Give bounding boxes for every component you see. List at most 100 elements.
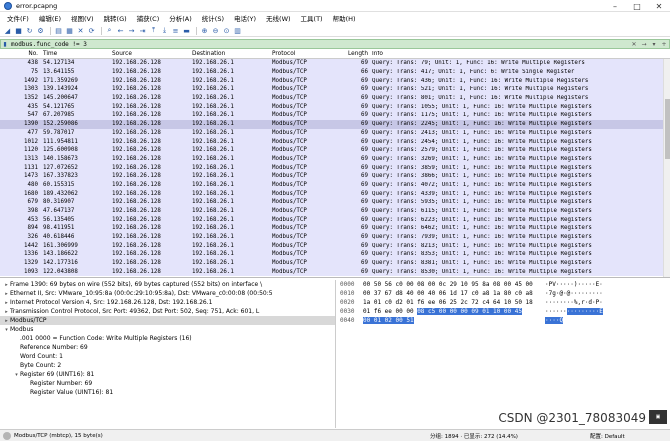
detail-tree-item[interactable]: .001 0000 = Function Code: Write Multipl… xyxy=(0,334,335,343)
packet-row[interactable]: 679 80.316907 192.168.26.128 192.168.26.1 Mo… xyxy=(0,198,670,207)
menu-item[interactable]: 分析(A) xyxy=(164,13,197,23)
menu-item[interactable]: 跳转(G) xyxy=(99,13,132,23)
menu-item[interactable]: 文件(F) xyxy=(2,13,34,23)
packet-row[interactable]: 1492 171.359269 192.168.26.128 192.168.26.1… xyxy=(0,76,670,86)
menu-item[interactable]: 视图(V) xyxy=(66,13,99,23)
column-header-info[interactable]: Info xyxy=(370,51,670,57)
packet-row[interactable]: 326 40.618446 192.168.26.128 192.168.26.1 Mo… xyxy=(0,232,670,242)
packet-row[interactable]: 1352 145.200647 192.168.26.128 192.168.26.1… xyxy=(0,93,670,103)
resize-columns-icon[interactable]: ▥ xyxy=(233,26,242,35)
menu-item[interactable]: 工具(T) xyxy=(296,13,328,23)
shark-fin-start-icon[interactable]: ◢ xyxy=(3,26,12,35)
zoom-out-icon[interactable]: ⊖ xyxy=(211,26,220,35)
expanded-arrow-icon[interactable]: ▾ xyxy=(13,372,20,378)
menu-item[interactable]: 无线(W) xyxy=(261,13,296,23)
apply-filter-icon[interactable]: → xyxy=(639,40,649,48)
go-back-icon[interactable]: ← xyxy=(116,26,125,35)
add-filter-button-icon[interactable]: + xyxy=(659,40,669,48)
column-header-protocol[interactable]: Protocol xyxy=(270,51,348,57)
packet-row[interactable]: 1390 152.259086 192.168.26.128 192.168.26.1… xyxy=(0,119,670,129)
packet-row[interactable]: 1120 125.600908 192.168.26.128 192.168.26.1… xyxy=(0,145,670,155)
packet-row[interactable]: 547 67.207985 192.168.26.128 192.168.26.1 Mo… xyxy=(0,111,670,120)
bytes-row[interactable]: 0040 00 01 02 00 51 ····Q xyxy=(337,316,670,325)
bytes-row[interactable]: 0010 00 37 67 d8 40 00 40 06 1d 17 c0 a8 … xyxy=(337,289,670,298)
collapsed-arrow-icon[interactable]: ▸ xyxy=(3,291,10,297)
packet-row[interactable]: 894 98.411951 192.168.26.128 192.168.26.1 Mo… xyxy=(0,224,670,233)
detail-tree-item[interactable]: Reference Number: 69 xyxy=(0,343,335,352)
packet-row[interactable]: 1473 167.337823 192.168.26.128 192.168.26.1… xyxy=(0,171,670,181)
menu-item[interactable]: 捕获(C) xyxy=(132,13,165,23)
column-header-no[interactable]: No. xyxy=(0,51,40,57)
status-profile[interactable]: 配置: Default xyxy=(590,432,670,440)
detail-tree-item[interactable]: ▸ Transmission Control Protocol, Src Port… xyxy=(0,307,335,316)
bookmark-icon[interactable]: ▮ xyxy=(1,40,9,48)
packet-row[interactable]: 435 54.121765 192.168.26.128 192.168.26.1 Mo… xyxy=(0,102,670,112)
menu-item[interactable]: 编辑(E) xyxy=(34,13,66,23)
packet-row[interactable]: 398 47.647137 192.168.26.128 192.168.26.1 Mo… xyxy=(0,206,670,216)
collapsed-arrow-icon[interactable]: ▸ xyxy=(3,282,10,288)
menu-item[interactable]: 电话(Y) xyxy=(229,13,261,23)
zoom-in-icon[interactable]: ⊕ xyxy=(200,26,209,35)
packet-row[interactable]: 1313 140.158673 192.168.26.128 192.168.26.1… xyxy=(0,154,670,164)
detail-tree-item[interactable]: ▾ Modbus xyxy=(0,325,335,334)
bytes-row[interactable]: 0020 1a 01 c0 d2 01 f6 ee 06 25 2c 72 c4 … xyxy=(337,298,670,307)
zoom-reset-icon[interactable]: ⊙ xyxy=(222,26,231,35)
detail-tree-item[interactable]: ▸ Frame 1390: 69 bytes on wire (552 bits)… xyxy=(0,280,335,289)
autoscroll-icon[interactable]: ≡ xyxy=(171,26,180,35)
minimize-icon[interactable]: – xyxy=(604,0,626,12)
go-to-packet-icon[interactable]: ⇥ xyxy=(138,26,147,35)
bytes-row[interactable]: 0000 00 50 56 c0 00 08 00 0c 29 10 95 8a … xyxy=(337,280,670,289)
display-filter-input[interactable]: modbus.func_code != 3 xyxy=(9,41,629,48)
column-header-length[interactable]: Length xyxy=(348,51,370,57)
packet-row[interactable]: 1336 143.186622 192.168.26.128 192.168.26.1… xyxy=(0,250,670,259)
packet-row[interactable]: 1680 189.432062 192.168.26.128 192.168.26.1… xyxy=(0,189,670,198)
go-forward-icon[interactable]: → xyxy=(127,26,136,35)
packet-row[interactable]: 1012 111.954811 192.168.26.128 192.168.26.1… xyxy=(0,137,670,146)
save-file-icon[interactable]: ▦ xyxy=(65,26,74,35)
detail-tree-item[interactable]: ▾ Register 69 (UINT16): 81 xyxy=(0,370,335,379)
column-header-destination[interactable]: Destination xyxy=(190,51,270,57)
packet-row[interactable]: 453 56.135405 192.168.26.128 192.168.26.1 Mo… xyxy=(0,215,670,225)
packet-row[interactable]: 1442 161.306999 192.168.26.128 192.168.26.1… xyxy=(0,241,670,251)
packet-row[interactable]: 1303 139.143924 192.168.26.128 192.168.26.1… xyxy=(0,85,670,94)
bytes-row[interactable]: 0030 01 f6 ee 00 00 08 c5 00 00 00 09 01 … xyxy=(337,307,670,316)
column-header-time[interactable]: Time xyxy=(40,51,110,57)
detail-tree-item[interactable]: Register Number: 69 xyxy=(0,379,335,388)
options-gear-icon[interactable]: ⚙ xyxy=(36,26,45,35)
packet-list-scrollbar[interactable] xyxy=(663,59,670,277)
expanded-arrow-icon[interactable]: ▾ xyxy=(3,327,10,333)
detail-tree-item[interactable]: ▸ Modbus/TCP xyxy=(0,316,335,325)
clear-filter-icon[interactable]: ✕ xyxy=(629,40,639,48)
packet-row[interactable]: 1329 142.177316 192.168.26.128 192.168.26.1… xyxy=(0,258,670,268)
detail-tree-item[interactable]: ▸ Internet Protocol Version 4, Src: 192.1… xyxy=(0,298,335,307)
packet-row[interactable]: 480 60.155315 192.168.26.128 192.168.26.1 Mo… xyxy=(0,180,670,190)
collapsed-arrow-icon[interactable]: ▸ xyxy=(3,318,10,324)
detail-tree-item[interactable]: Register Value (UINT16): 81 xyxy=(0,388,335,397)
stop-icon[interactable]: ■ xyxy=(14,26,23,35)
open-file-icon[interactable]: ▤ xyxy=(54,26,63,35)
packet-row[interactable]: 477 59.787017 192.168.26.128 192.168.26.1 Mo… xyxy=(0,128,670,138)
restart-icon[interactable]: ↻ xyxy=(25,26,34,35)
detail-tree-item[interactable]: Word Count: 1 xyxy=(0,352,335,361)
first-packet-icon[interactable]: ⤒ xyxy=(149,26,158,35)
packet-row[interactable]: 1093 122.043808 192.168.26.128 192.168.26.1… xyxy=(0,267,670,277)
reload-icon[interactable]: ⟳ xyxy=(87,26,96,35)
packet-row[interactable]: 75 13.641155 192.168.26.128 192.168.26.1 Mod… xyxy=(0,67,670,77)
colorize-icon[interactable]: ▬ xyxy=(182,26,191,35)
last-packet-icon[interactable]: ⤓ xyxy=(160,26,169,35)
detail-tree-item[interactable]: ▸ Ethernet II, Src: VMware_10:95:8a (00:0… xyxy=(0,289,335,298)
detail-tree-item[interactable]: Byte Count: 2 xyxy=(0,361,335,370)
collapsed-arrow-icon[interactable]: ▸ xyxy=(3,309,10,315)
packet-row[interactable]: 1131 127.072652 192.168.26.128 192.168.26.1… xyxy=(0,163,670,172)
close-icon[interactable]: ✕ xyxy=(648,0,670,12)
collapsed-arrow-icon[interactable]: ▸ xyxy=(3,300,10,306)
scrollbar-thumb[interactable] xyxy=(665,99,670,159)
recent-filters-icon[interactable]: ▾ xyxy=(649,40,659,48)
packet-row[interactable]: 438 54.127134 192.168.26.128 192.168.26.1 Mo… xyxy=(0,59,670,68)
expert-info-icon[interactable] xyxy=(3,431,11,440)
maximize-icon[interactable]: □ xyxy=(626,0,648,12)
close-file-icon[interactable]: ✕ xyxy=(76,26,85,35)
menu-item[interactable]: 帮助(H) xyxy=(328,13,361,23)
find-icon[interactable]: ⌕ xyxy=(105,26,114,35)
column-header-source[interactable]: Source xyxy=(110,51,190,57)
